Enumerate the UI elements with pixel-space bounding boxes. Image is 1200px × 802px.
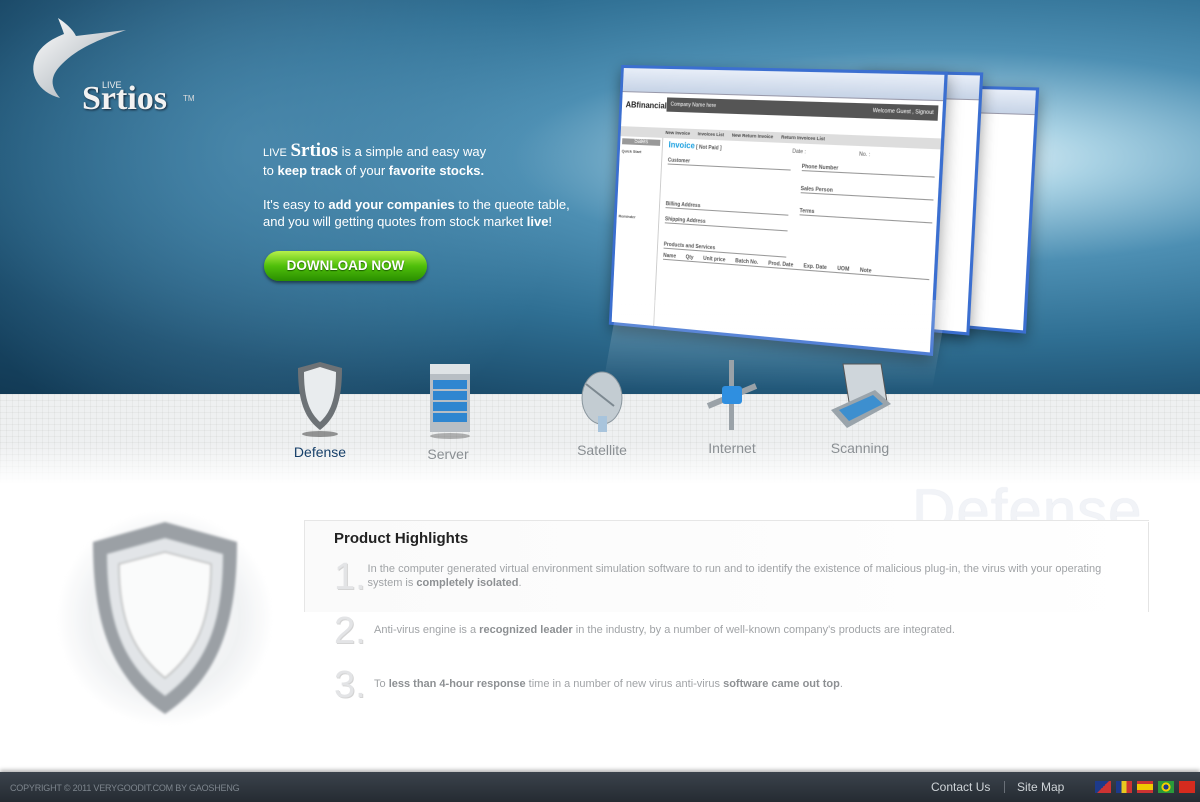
text-part: . xyxy=(839,678,843,690)
mockup-group: Billing Address xyxy=(665,201,789,216)
category-satellite[interactable]: Satellite xyxy=(552,360,652,458)
browser-toolbar xyxy=(622,68,945,102)
site-map-link[interactable]: Site Map xyxy=(1017,780,1064,794)
text-bold: completely isolated xyxy=(416,577,519,589)
text-part: time in a number of new virus anti-virus xyxy=(525,678,724,690)
highlight-text: To less than 4-hour response time in a n… xyxy=(374,668,843,691)
large-shield-icon xyxy=(57,510,273,726)
category-server[interactable]: Server xyxy=(398,360,498,462)
mockup-col: UOM xyxy=(837,265,850,273)
category-label: Defense xyxy=(293,444,347,460)
category-label: Internet xyxy=(708,440,756,456)
mockup-col: Unit price xyxy=(702,255,726,264)
mockup-col: Prod. Date xyxy=(768,260,794,269)
category-scanning[interactable]: Scanning xyxy=(810,358,910,456)
mockup-company: Company Name here xyxy=(670,101,717,110)
category-label: Scanning xyxy=(830,440,890,456)
spain-flag-icon[interactable] xyxy=(1137,781,1153,793)
text-bold: recognized leader xyxy=(479,624,573,636)
mockup-logo: ABfinancial xyxy=(625,100,667,111)
intro-text-part: It's easy to xyxy=(263,197,329,212)
text-part: Anti-virus engine is a xyxy=(374,624,480,636)
intro-text-part: and you will getting quotes from stock m… xyxy=(263,214,527,229)
intro-text-part: to the queote table, xyxy=(454,197,570,212)
footer: COPYRIGHT © 2011 VERYGOODIT.COM BY GAOSH… xyxy=(0,772,1200,802)
intro-bold: add your companies xyxy=(328,197,455,212)
mockup-table-header: Name Qty Unit price Batch No. Prod. Date Exp.… xyxy=(663,252,930,281)
mockup-section: Sales xyxy=(622,138,661,146)
logo-text: Srtios xyxy=(82,80,167,117)
mockup-reminder: Reminder xyxy=(618,213,636,220)
mockup-col: Note xyxy=(859,267,872,275)
brand-logo[interactable]: LIVE Srtios TM xyxy=(18,14,195,117)
text-part: . xyxy=(518,577,522,589)
download-now-button[interactable]: DOWNLOAD NOW xyxy=(264,251,427,281)
mockup-welcome: Welcome Guest , Signout xyxy=(872,107,934,117)
mockup-tab: Return Invoices List xyxy=(781,134,826,142)
intro-text-part: ! xyxy=(548,214,553,229)
highlight-item: 1. In the computer generated virtual env… xyxy=(334,556,1114,598)
highlight-text: In the computer generated virtual enviro… xyxy=(368,560,1114,590)
category-label: Server xyxy=(427,446,469,462)
mockup-header: Company Name here Welcome Guest , Signout xyxy=(666,97,939,121)
highlight-text: Anti-virus engine is a recognized leader… xyxy=(374,614,955,637)
mockup-group: Terms xyxy=(799,207,933,224)
mockup-tab: Invoices List xyxy=(697,131,725,138)
china-flag-icon[interactable] xyxy=(1179,781,1195,793)
brazil-flag-icon[interactable] xyxy=(1158,781,1174,793)
app-screenshots: ABfinancial Company Name here Welcome Gue… xyxy=(600,40,1040,357)
intro-bold: keep track xyxy=(277,163,342,178)
category-label: Satellite xyxy=(577,442,627,458)
intro-brand: Srtios xyxy=(290,140,338,161)
copyright: COPYRIGHT © 2011 VERYGOODIT.COM BY GAOSH… xyxy=(10,783,240,793)
mockup-tab: New Return Invoice xyxy=(731,132,774,140)
mockup-col: Exp. Date xyxy=(803,263,827,272)
category-defense[interactable]: Defense xyxy=(270,360,370,460)
mockup-col: Batch No. xyxy=(735,258,759,267)
highlight-item: 3. To less than 4-hour response time in … xyxy=(334,664,1114,706)
text-bold: less than 4-hour response xyxy=(388,678,526,690)
mockup-col: Qty xyxy=(685,254,694,262)
australia-flag-icon[interactable] xyxy=(1095,781,1111,793)
mockup-form: Invoice [ Not Paid ] Date : No. : Custom… xyxy=(663,140,936,281)
highlight-item: 2. Anti-virus engine is a recognized lea… xyxy=(334,610,1114,652)
intro-text-part: to xyxy=(263,163,278,178)
intro-bold: live xyxy=(526,214,549,229)
text-bold: software came out top xyxy=(723,678,840,690)
highlight-number: 3. xyxy=(334,664,366,706)
server-icon xyxy=(430,364,470,439)
category-internet[interactable]: Internet xyxy=(682,358,782,456)
romania-flag-icon[interactable] xyxy=(1116,781,1132,793)
mockup-tab: New Invoice xyxy=(665,129,691,136)
text-part: in the industry, by a number of well-kno… xyxy=(572,624,955,636)
mockup-col: Name xyxy=(663,252,677,260)
intro-text: LIVE Srtios is a simple and easy way to … xyxy=(263,140,623,247)
shield-icon xyxy=(298,362,342,437)
text-part: To xyxy=(374,678,389,690)
logo-tm: TM xyxy=(183,94,195,103)
section-title: Product Highlights xyxy=(334,530,469,547)
contact-us-link[interactable]: Contact Us xyxy=(931,780,990,794)
footer-divider xyxy=(1004,781,1005,793)
mockup-group: Phone Number xyxy=(801,163,936,178)
highlight-number: 1. xyxy=(334,556,366,598)
panel-edge xyxy=(1148,522,1149,612)
intro-line1: is a simple and easy way xyxy=(337,144,487,159)
network-connector-icon xyxy=(706,360,758,430)
mockup-group: Sales Person xyxy=(800,185,934,201)
hero-banner: LIVE Srtios TM LIVE Srtios is a simple a… xyxy=(0,0,1200,394)
intro-bold: favorite stocks. xyxy=(388,163,485,178)
highlight-number: 2. xyxy=(334,610,366,652)
mockup-group: Shipping Address xyxy=(664,216,789,232)
satellite-dish-icon xyxy=(581,371,623,432)
intro-prefix: LIVE xyxy=(263,147,287,159)
intro-text-part: of your xyxy=(341,163,389,178)
scanner-icon xyxy=(831,363,891,428)
